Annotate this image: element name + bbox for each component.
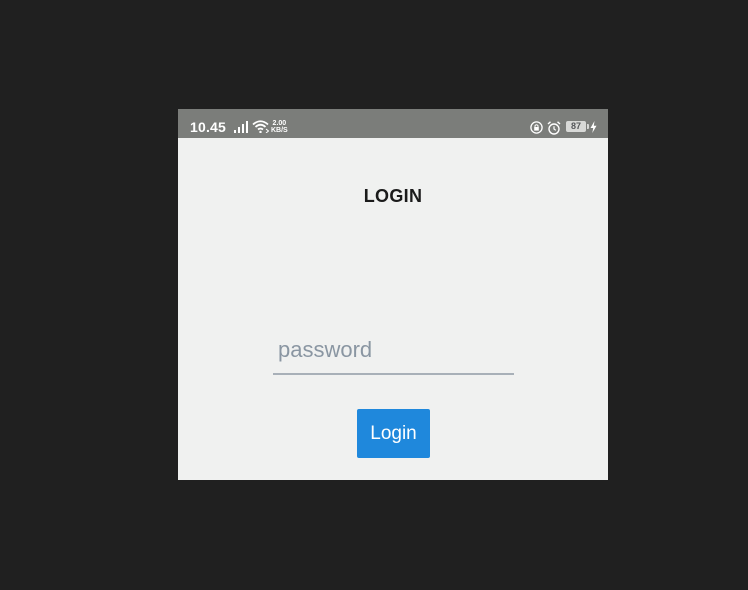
alarm-icon: [547, 121, 561, 135]
login-button[interactable]: Login: [357, 409, 430, 458]
page-title: LOGIN: [363, 186, 423, 206]
lock-rotate-icon: [530, 121, 543, 134]
password-input[interactable]: [273, 327, 514, 375]
net-speed-value: 2.00: [272, 120, 287, 127]
status-time: 10.45: [190, 119, 227, 135]
net-speed: 2.00 KB/S: [271, 120, 288, 134]
battery-icon: 87: [566, 121, 586, 132]
charge-icon: [590, 121, 597, 133]
signal-icon: [234, 121, 248, 133]
battery-level: 87: [570, 121, 581, 131]
wifi-icon: [252, 120, 269, 133]
battery-tip: [587, 124, 589, 129]
net-speed-unit: KB/S: [271, 127, 288, 134]
status-bar: 10.45 2.00 KB/S 87: [178, 109, 608, 138]
app-screen: 10.45 2.00 KB/S 87 LOGIN Login: [178, 109, 608, 480]
